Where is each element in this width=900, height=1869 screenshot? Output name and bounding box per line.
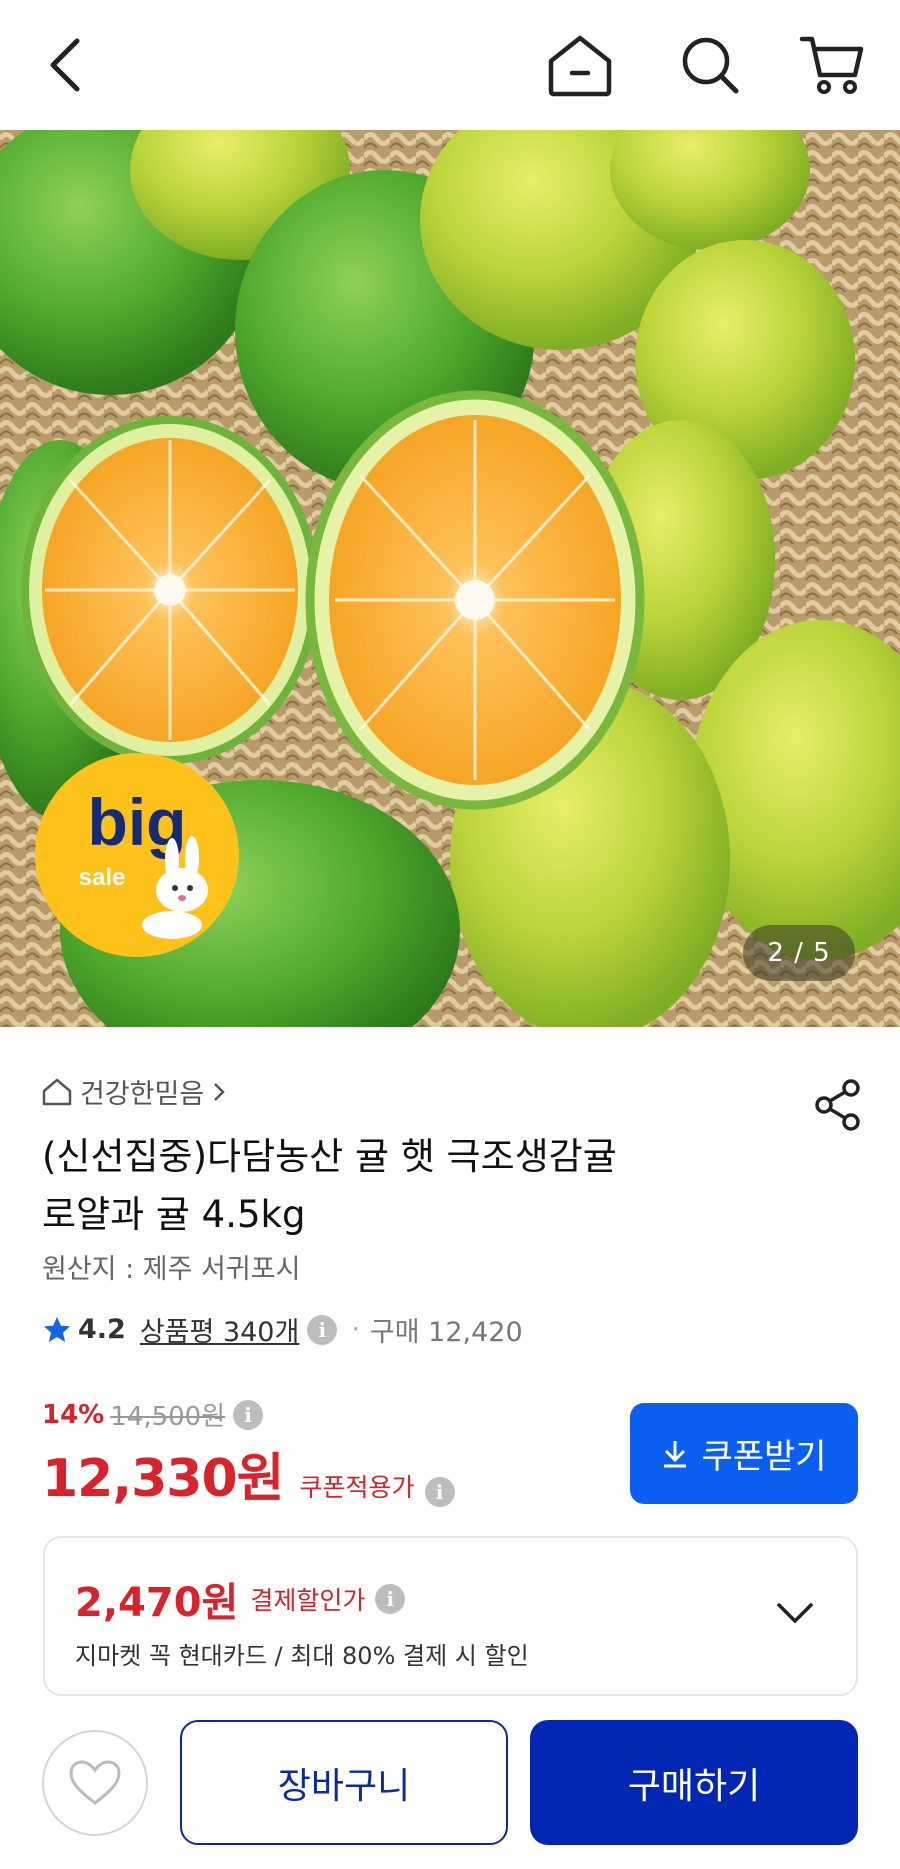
expand-toggle[interactable]: [770, 1588, 820, 1638]
seller-name: 건강한믿음: [80, 1079, 205, 1110]
bottom-action-bar: 장바구니 구매하기: [0, 1696, 900, 1869]
buy-now-button[interactable]: 구매하기: [530, 1720, 858, 1845]
rating-score: 4.2: [78, 1314, 126, 1345]
seller-link[interactable]: 건강한믿음: [42, 1072, 226, 1111]
cart-button[interactable]: [797, 30, 867, 100]
payment-discount-label: 결제할인가: [250, 1586, 366, 1615]
sale-price: 12,330원: [42, 1449, 285, 1509]
payment-discount-description: 지마켓 꼭 현대카드 / 최대 80% 결제 시 할인: [75, 1642, 529, 1670]
rating-row: 4.2 상품평 340개 i · 구매 12,420: [42, 1310, 523, 1349]
add-to-cart-button[interactable]: 장바구니: [180, 1720, 508, 1845]
heart-icon: [69, 1760, 121, 1805]
product-title: (신선집중)다담농산 귤 햇 극조생감귤 로얄과 귤 4.5kg: [42, 1128, 782, 1244]
chevron-down-icon: [777, 1603, 813, 1624]
product-image-gallery[interactable]: big sale 2 / 5: [0, 130, 900, 1027]
search-icon: [682, 37, 739, 94]
wishlist-button[interactable]: [42, 1730, 148, 1836]
payment-discount-price: 2,470원: [75, 1580, 239, 1626]
review-count-link[interactable]: 상품평 340개: [140, 1310, 299, 1349]
star-icon: [44, 1316, 70, 1342]
home-icon: [548, 35, 612, 97]
store-home-icon: [42, 1078, 72, 1105]
product-title-line-1: (신선집중)다담농산 귤 햇 극조생감귤: [42, 1135, 617, 1178]
search-button[interactable]: [675, 30, 745, 100]
payment-price-row: 2,470원 결제할인가 i: [75, 1570, 406, 1628]
separator-dot: ·: [351, 1314, 360, 1345]
discount-row: 14% 14,500원 i: [42, 1396, 264, 1433]
purchase-count: 구매 12,420: [369, 1317, 523, 1348]
svg-text:sale: sale: [79, 864, 126, 891]
info-icon[interactable]: i: [307, 1314, 338, 1345]
top-bar: [0, 0, 900, 130]
image-counter: 2 / 5: [743, 925, 855, 981]
download-icon: [664, 1440, 687, 1467]
info-icon[interactable]: i: [424, 1477, 455, 1507]
share-button[interactable]: [808, 1075, 868, 1135]
price-row: 12,330원 쿠폰적용가 i: [42, 1436, 455, 1511]
share-icon: [815, 1079, 860, 1131]
product-title-line-2: 로얄과 귤 4.5kg: [42, 1193, 306, 1236]
coupon-download-label: 쿠폰받기: [701, 1437, 827, 1477]
back-button[interactable]: [30, 30, 100, 100]
coupon-download-button[interactable]: 쿠폰받기: [630, 1403, 858, 1504]
info-icon[interactable]: i: [233, 1399, 264, 1430]
cart-icon: [799, 36, 864, 94]
sale-price-label: 쿠폰적용가: [299, 1473, 415, 1502]
original-price: 14,500원: [110, 1402, 226, 1432]
origin-info: 원산지 : 제주 서귀포시: [42, 1254, 301, 1285]
discount-rate: 14%: [42, 1399, 105, 1430]
big-sale-badge: big sale: [35, 753, 239, 957]
info-icon[interactable]: i: [375, 1584, 406, 1614]
chevron-left-icon: [50, 38, 80, 92]
chevron-right-icon: [214, 1082, 225, 1101]
home-button[interactable]: [545, 30, 615, 100]
payment-discount-box[interactable]: 2,470원 결제할인가 i 지마켓 꼭 현대카드 / 최대 80% 결제 시 …: [43, 1536, 858, 1696]
